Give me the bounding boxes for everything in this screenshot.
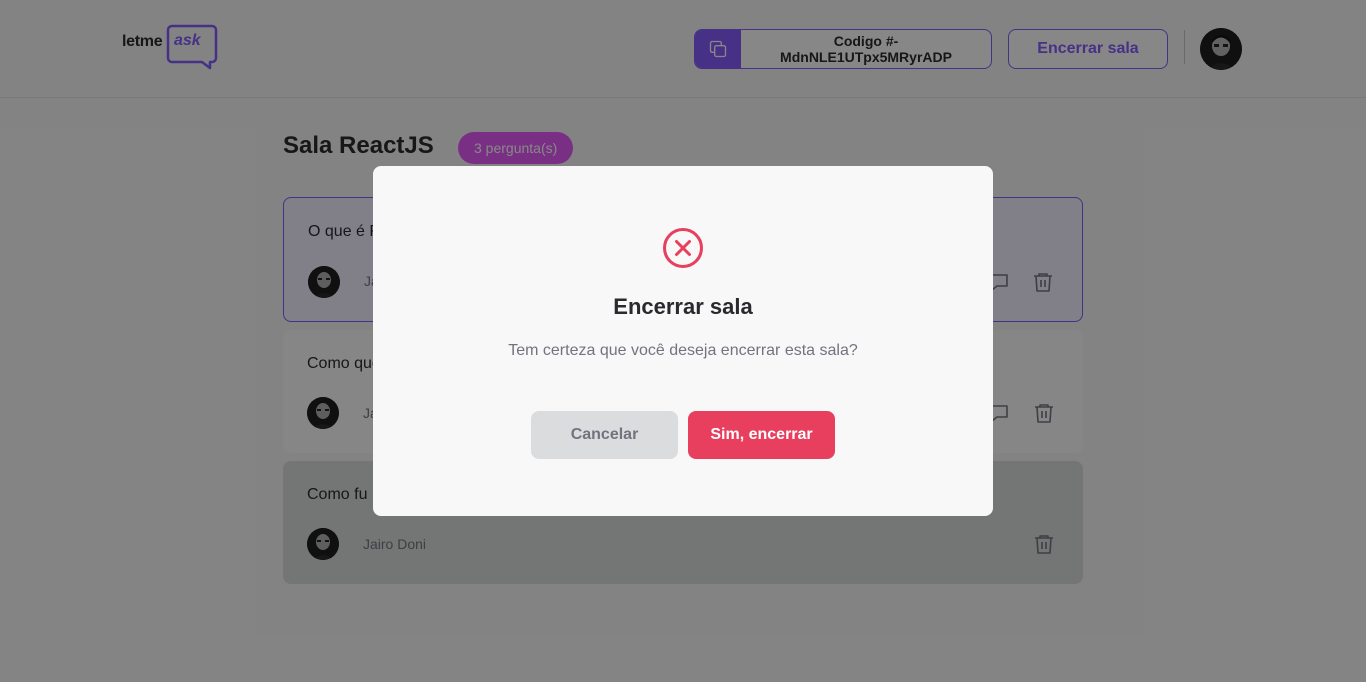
modal-message: Tem certeza que você deseja encerrar est… — [508, 342, 858, 359]
cancel-button[interactable]: Cancelar — [531, 411, 678, 459]
modal-title: Encerrar sala — [613, 294, 753, 319]
confirm-close-button[interactable]: Sim, encerrar — [688, 411, 835, 459]
close-room-modal: Encerrar sala Tem certeza que você desej… — [373, 166, 993, 516]
x-circle-icon — [662, 227, 704, 269]
